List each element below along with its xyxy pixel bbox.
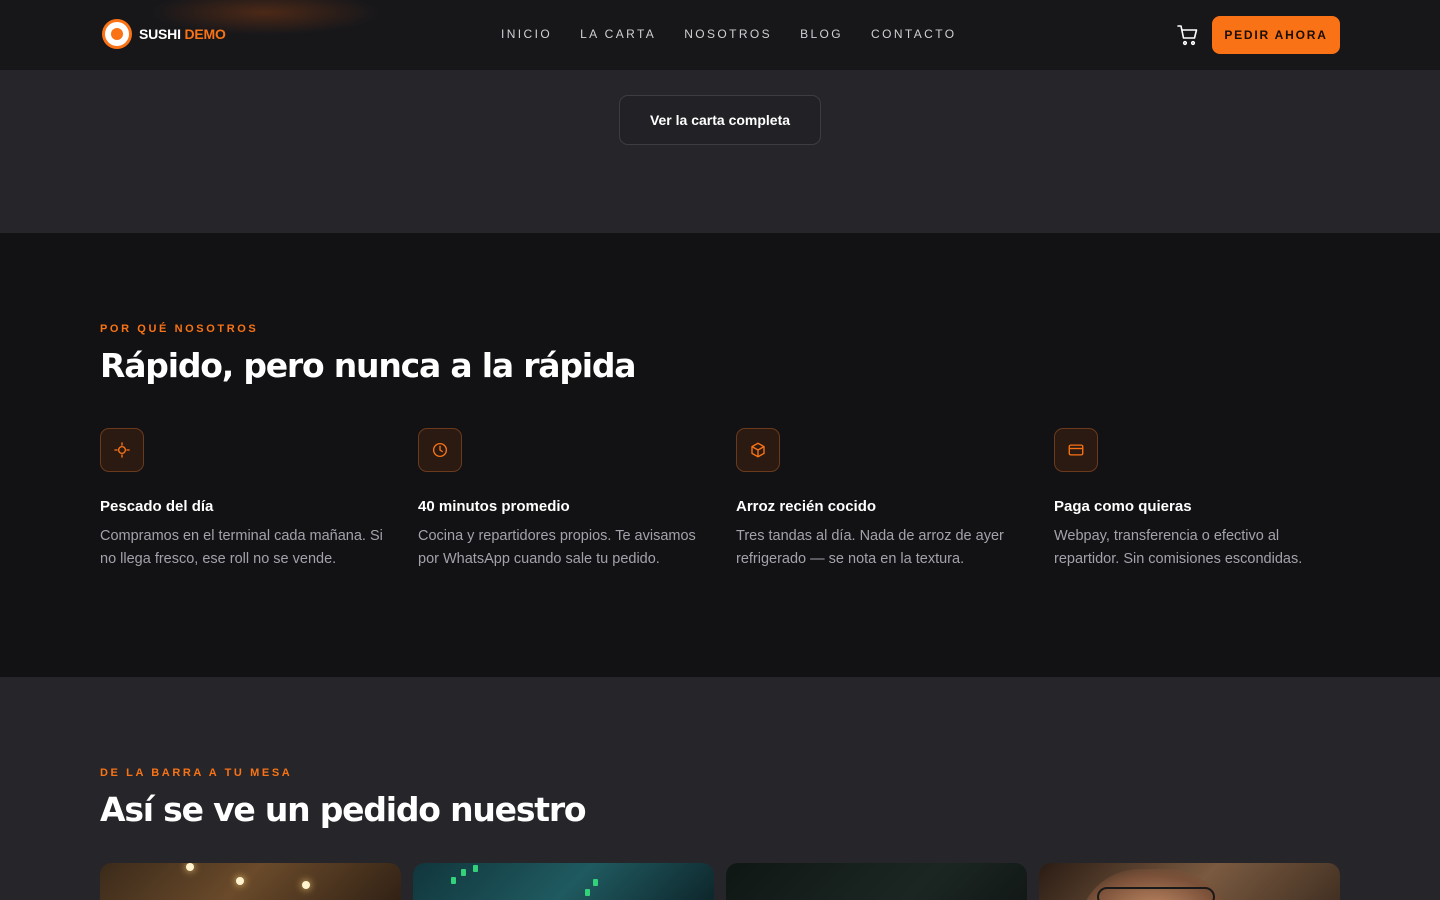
site-header: SUSHI DEMO INICIO LA CARTA NOSOTROS BLOG…: [0, 0, 1440, 70]
logo[interactable]: SUSHI DEMO: [102, 19, 226, 49]
feature-title: Paga como quieras: [1054, 498, 1192, 515]
nav-la-carta[interactable]: LA CARTA: [580, 27, 656, 41]
feature-card: 40 minutos promedio Cocina y repartidore…: [418, 428, 708, 571]
feature-card: Pescado del día Compramos en el terminal…: [100, 428, 390, 571]
gallery-photo-restaurant[interactable]: [100, 863, 401, 900]
gallery-photo-chef[interactable]: [1039, 863, 1340, 900]
order-now-button[interactable]: PEDIR AHORA: [1212, 16, 1340, 54]
why-us-section: POR QUÉ NOSOTROS Rápido, pero nunca a la…: [0, 233, 1440, 677]
credit-card-icon: [1054, 428, 1098, 472]
main-nav: INICIO LA CARTA NOSOTROS BLOG CONTACTO: [501, 27, 956, 41]
gallery-photo-kitchen[interactable]: [726, 863, 1027, 900]
section-eyebrow: DE LA BARRA A TU MESA: [100, 767, 293, 779]
logo-text: SUSHI DEMO: [139, 26, 226, 42]
gallery-photo-dish[interactable]: [413, 863, 714, 900]
section-title: Rápido, pero nunca a la rápida: [100, 346, 637, 385]
feature-title: Arroz recién cocido: [736, 498, 877, 515]
view-full-menu-button[interactable]: Ver la carta completa: [619, 95, 821, 145]
feature-title: Pescado del día: [100, 498, 214, 515]
menu-cta-section: Ver la carta completa: [0, 70, 1440, 233]
feature-title: 40 minutos promedio: [418, 498, 570, 515]
feature-description: Tres tandas al día. Nada de arroz de aye…: [736, 528, 1004, 567]
feature-card: Arroz recién cocido Tres tandas al día. …: [736, 428, 1026, 571]
cart-icon[interactable]: [1176, 23, 1200, 47]
nav-nosotros[interactable]: NOSOTROS: [684, 27, 772, 41]
clock-icon: [418, 428, 462, 472]
sun-icon: [100, 428, 144, 472]
nav-blog[interactable]: BLOG: [800, 27, 843, 41]
nav-contacto[interactable]: CONTACTO: [871, 27, 956, 41]
section-title: Así se ve un pedido nuestro: [100, 790, 587, 829]
logo-icon: [102, 19, 132, 49]
feature-description: Cocina y repartidores propios. Te avisam…: [418, 528, 696, 567]
feature-description: Webpay, transferencia o efectivo al repa…: [1054, 528, 1303, 567]
section-eyebrow: POR QUÉ NOSOTROS: [100, 323, 259, 335]
box-icon: [736, 428, 780, 472]
nav-inicio[interactable]: INICIO: [501, 27, 552, 41]
feature-description: Compramos en el terminal cada mañana. Si…: [100, 528, 383, 567]
feature-card: Paga como quieras Webpay, transferencia …: [1054, 428, 1344, 571]
gallery-section: DE LA BARRA A TU MESA Así se ve un pedid…: [0, 677, 1440, 900]
